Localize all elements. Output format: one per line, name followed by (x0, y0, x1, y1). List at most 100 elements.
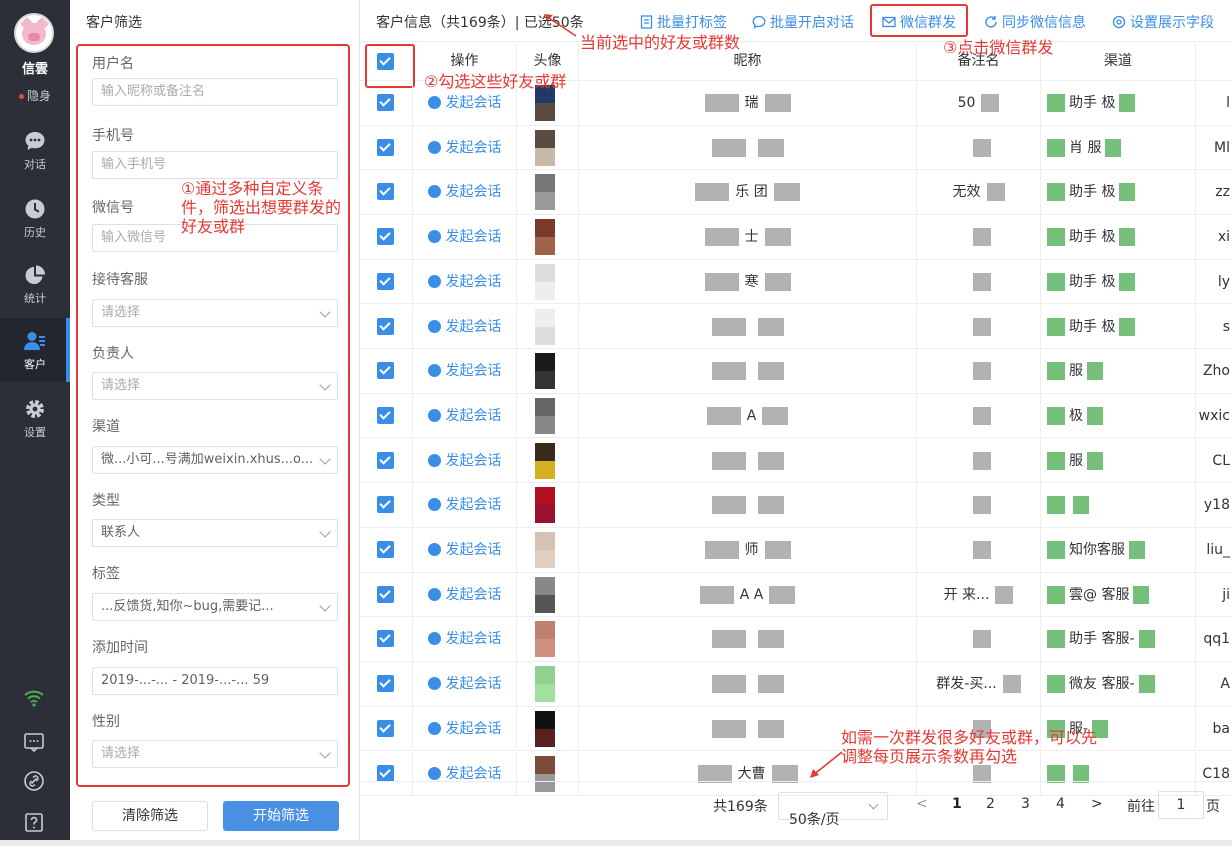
goto-page-input[interactable]: 1 (1158, 791, 1204, 819)
channel: 服 (1069, 452, 1083, 469)
nickname-cell (579, 304, 917, 349)
table-row[interactable]: 发起会话 群发-买... 微友 客服- A (360, 662, 1232, 707)
table-row[interactable]: 发起会话 师 知你客服 liu_ (360, 528, 1232, 573)
row-checkbox[interactable] (377, 317, 394, 335)
page-2[interactable]: 2 (986, 796, 995, 812)
remark-cell (917, 483, 1041, 528)
row-checkbox[interactable] (377, 183, 394, 201)
row-checkbox[interactable] (377, 228, 394, 246)
help-icon[interactable] (22, 810, 46, 834)
page-4[interactable]: 4 (1056, 796, 1065, 812)
channel: 助手 客服- (1069, 631, 1135, 648)
table-row[interactable]: 发起会话 A A 开 来... 雲@ 客服 ji (360, 572, 1232, 618)
row-checkbox[interactable] (377, 451, 394, 469)
row-checkbox[interactable] (377, 719, 394, 737)
table-row[interactable]: 发起会话 乐 团 无效 助手 极 zz (360, 170, 1232, 215)
label-wechat-id: 微信号 (92, 200, 134, 216)
clear-filter-button[interactable]: 清除筛选 (92, 801, 208, 831)
start-chat-link[interactable]: 发起会话 (413, 617, 517, 662)
row-checkbox[interactable] (377, 585, 394, 603)
table-row[interactable]: 发起会话 助手 客服-qq1 (360, 617, 1232, 662)
avatar-cell (517, 393, 579, 438)
prev-page-button[interactable]: < (916, 796, 928, 812)
channel: 助手 极 (1069, 229, 1116, 246)
channel: 助手 极 (1069, 318, 1116, 335)
table-row[interactable]: 发起会话 y18 (360, 483, 1232, 528)
next-page-button[interactable]: > (1091, 796, 1103, 812)
start-chat-link[interactable]: 发起会话 (413, 483, 517, 528)
window-bottom-edge (0, 840, 1232, 846)
batch-tag-button[interactable]: 批量打标签 (640, 12, 727, 32)
page-1[interactable]: 1 (952, 796, 962, 812)
filter-title: 客户筛选 (86, 15, 142, 31)
owner-select[interactable]: 请选择 (92, 372, 338, 400)
start-chat-link[interactable]: 发起会话 (413, 349, 517, 394)
table-row[interactable]: 发起会话 寒 助手 极 ly (360, 259, 1232, 305)
channel: 极 (1069, 407, 1083, 424)
gender-select[interactable]: 请选择 (92, 740, 338, 768)
nav-item-customer[interactable]: 客户 (0, 318, 70, 382)
row-checkbox[interactable] (377, 362, 394, 380)
wifi-icon (24, 690, 44, 707)
annotation-4: 当前选中的好友或群数 (580, 33, 741, 52)
service-agent-select[interactable]: 请选择 (92, 299, 338, 327)
start-chat-link[interactable]: 发起会话 (413, 125, 517, 170)
row-checkbox[interactable] (377, 406, 394, 424)
batch-chat-button[interactable]: 批量开启对话 (752, 12, 854, 32)
avatar-cell (517, 572, 579, 617)
chevron-down-icon (319, 306, 331, 318)
start-chat-link[interactable]: 发起会话 (413, 662, 517, 707)
table-row[interactable]: 发起会话 肖 服 Ml (360, 125, 1232, 171)
page-size-select[interactable]: 50条/页 (778, 792, 888, 828)
row-checkbox[interactable] (377, 630, 394, 648)
avatar (535, 174, 555, 211)
start-chat-link[interactable]: 发起会话 (413, 706, 517, 751)
type-select[interactable]: 联系人 (92, 519, 338, 547)
table-row[interactable]: 发起会话 A 极 wxic (360, 393, 1232, 439)
start-chat-link[interactable]: 发起会话 (413, 393, 517, 438)
nickname: 乐 团 (735, 184, 768, 201)
display-fields-button[interactable]: 设置展示字段 (1112, 12, 1214, 32)
message-box-icon[interactable] (22, 730, 46, 754)
row-checkbox[interactable] (377, 94, 394, 111)
row-checkbox[interactable] (377, 675, 394, 693)
tag-select[interactable]: ...反馈货,知你~bug,需要记... (92, 593, 338, 621)
start-chat-link[interactable]: 发起会话 (413, 215, 517, 260)
username-input[interactable]: 输入昵称或备注名 (92, 78, 338, 106)
nav-item-chat[interactable]: 对话 (0, 130, 70, 194)
row-checkbox[interactable] (377, 541, 394, 558)
link-icon[interactable] (22, 769, 46, 793)
channel-select[interactable]: 微...小可...号满加weixin.xhus...o... (92, 446, 338, 474)
nickname: 士 (744, 229, 759, 246)
table-row[interactable]: 发起会话 服 CL (360, 438, 1232, 484)
start-filter-button[interactable]: 开始筛选 (223, 801, 339, 831)
table-row[interactable]: 发起会话 服 Zho (360, 349, 1232, 394)
start-chat-link[interactable]: 发起会话 (413, 572, 517, 617)
add-time-range[interactable]: 2019-...-... - 2019-...-... 59 (92, 667, 338, 695)
table-row[interactable]: 发起会话 助手 极 s (360, 304, 1232, 350)
sync-wechat-button[interactable]: 同步微信信息 (984, 12, 1086, 32)
row-checkbox[interactable] (377, 764, 394, 782)
row-checkbox[interactable] (377, 496, 394, 514)
wechat-broadcast-button[interactable]: 微信群发 (882, 12, 956, 32)
nav-item-settings[interactable]: 设置 (0, 398, 70, 462)
channel-cell: 助手 极 (1041, 170, 1196, 215)
start-chat-link[interactable]: 发起会话 (413, 438, 517, 483)
page-3[interactable]: 3 (1021, 796, 1030, 812)
nav-item-history[interactable]: 历史 (0, 198, 70, 262)
start-chat-link[interactable]: 发起会话 (413, 170, 517, 215)
row-checkbox[interactable] (377, 138, 394, 156)
channel-cell: 助手 极 (1041, 215, 1196, 260)
start-chat-link[interactable]: 发起会话 (413, 304, 517, 349)
row-checkbox[interactable] (377, 272, 394, 290)
phone-input[interactable]: 输入手机号 (92, 151, 338, 179)
start-chat-link[interactable]: 发起会话 (413, 259, 517, 304)
start-chat-link[interactable]: 发起会话 (413, 528, 517, 572)
remark-cell (917, 349, 1041, 394)
avatar[interactable] (14, 13, 54, 53)
chevron-down-icon (319, 526, 331, 538)
presence-status[interactable]: 隐身 (0, 87, 70, 104)
channel: 助手 极 (1069, 95, 1116, 111)
start-chat-label: 发起会话 (445, 586, 502, 603)
table-row[interactable]: 发起会话 士 助手 极 xi (360, 215, 1232, 260)
